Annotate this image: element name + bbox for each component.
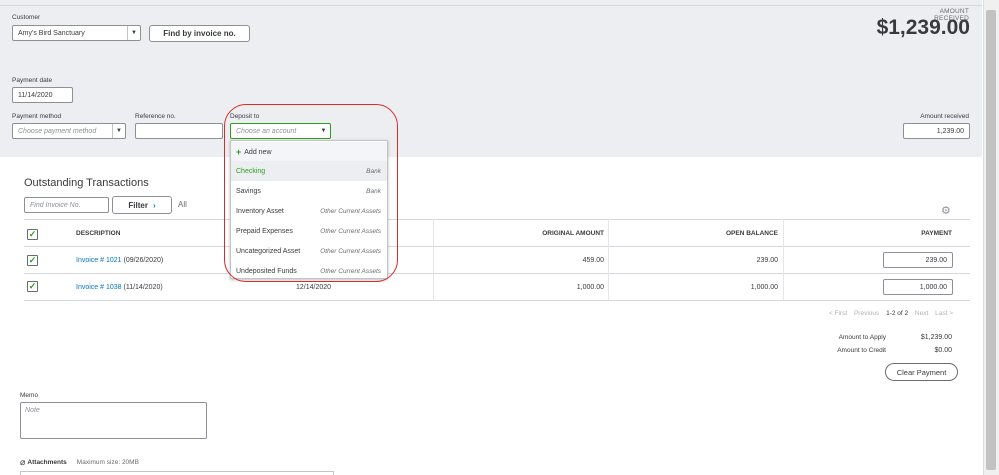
row-checkbox[interactable]: ✓ bbox=[27, 281, 38, 292]
top-toolbar-strip bbox=[0, 0, 982, 6]
filter-all-label: All bbox=[178, 200, 187, 209]
memo-label: Memo bbox=[20, 392, 39, 399]
due-date-cell: 12/14/2020 bbox=[296, 284, 332, 291]
amount-received-label: Amount received bbox=[920, 113, 969, 120]
find-invoice-placeholder: Find Invoice No. bbox=[30, 201, 81, 209]
amount-received-total: $1,239.00 bbox=[876, 16, 970, 39]
chevron-down-icon[interactable]: ▼ bbox=[112, 124, 125, 138]
attachments-row: ⌀ Attachments Maximum size: 20MB bbox=[20, 457, 139, 468]
filter-button[interactable]: Filter › bbox=[112, 196, 172, 214]
customer-value: Amy's Bird Sanctuary bbox=[18, 29, 85, 37]
original-amount-cell: 1,000.00 bbox=[576, 284, 604, 291]
amount-to-apply-value: $1,239.00 bbox=[920, 334, 952, 341]
payment-date-label: Payment date bbox=[12, 77, 53, 84]
chevron-down-icon[interactable]: ▼ bbox=[127, 26, 140, 40]
find-invoice-input[interactable]: Find Invoice No. bbox=[24, 197, 109, 213]
pager-first[interactable]: < First bbox=[829, 310, 847, 317]
table-row: Invoice # 1021 (09/26/2020) bbox=[76, 257, 163, 264]
attachment-dropzone[interactable] bbox=[20, 471, 334, 475]
pager-previous[interactable]: Previous bbox=[854, 310, 879, 317]
clear-payment-button[interactable]: Clear Payment bbox=[885, 363, 958, 381]
reference-input[interactable] bbox=[135, 123, 223, 139]
reference-label: Reference no. bbox=[135, 113, 176, 120]
payment-date-field[interactable]: 11/14/2020 bbox=[12, 87, 73, 103]
original-amount-cell: 459.00 bbox=[582, 257, 604, 264]
pager-last[interactable]: Last > bbox=[935, 310, 953, 317]
payment-method-placeholder: Choose payment method bbox=[18, 127, 97, 135]
customer-select[interactable]: Amy's Bird Sanctuary ▼ bbox=[12, 25, 141, 41]
row-checkbox[interactable]: ✓ bbox=[27, 255, 38, 266]
customer-label: Customer bbox=[12, 14, 41, 21]
table-header-rule bbox=[24, 246, 970, 247]
table-row: Invoice # 1038 (11/14/2020) bbox=[76, 284, 163, 291]
filter-label: Filter bbox=[128, 200, 148, 210]
col-payment: PAYMENT bbox=[921, 230, 952, 237]
attachments-label[interactable]: Attachments bbox=[27, 459, 66, 466]
select-all-checkbox[interactable]: ✓ bbox=[27, 229, 38, 240]
col-original-amount: ORIGINAL AMOUNT bbox=[542, 230, 604, 237]
col-open-balance: OPEN BALANCE bbox=[725, 230, 778, 237]
paperclip-icon: ⌀ bbox=[20, 457, 26, 467]
open-balance-cell: 239.00 bbox=[756, 257, 778, 264]
payment-input[interactable]: 239.00 bbox=[883, 252, 953, 268]
pager: < First Previous 1-2 of 2 Next Last > bbox=[800, 310, 953, 317]
highlight-circle bbox=[224, 104, 398, 282]
memo-textarea[interactable]: Note bbox=[20, 402, 207, 439]
amount-to-credit-value: $0.00 bbox=[934, 347, 952, 354]
table-bottom-rule bbox=[24, 300, 970, 301]
amount-to-credit-label: Amount to Credit bbox=[837, 347, 886, 354]
payment-method-label: Payment method bbox=[12, 113, 62, 120]
open-balance-cell: 1,000.00 bbox=[750, 284, 778, 291]
amount-to-apply-label: Amount to Apply bbox=[838, 334, 886, 341]
payment-input[interactable]: 1,000.00 bbox=[883, 279, 953, 295]
col-divider bbox=[433, 219, 434, 300]
invoice-date: (09/26/2020) bbox=[123, 257, 164, 264]
outstanding-title: Outstanding Transactions bbox=[24, 177, 149, 189]
col-divider bbox=[608, 219, 609, 300]
find-by-invoice-button[interactable]: Find by invoice no. bbox=[149, 25, 250, 42]
invoice-date: (11/14/2020) bbox=[123, 284, 163, 291]
col-divider bbox=[783, 219, 784, 300]
invoice-link[interactable]: Invoice # 1038 bbox=[76, 284, 122, 291]
table-top-rule bbox=[24, 219, 970, 220]
gear-icon[interactable]: ⚙ bbox=[941, 204, 951, 217]
attachments-max-size: Maximum size: 20MB bbox=[76, 459, 139, 466]
memo-placeholder: Note bbox=[25, 407, 40, 414]
invoice-link[interactable]: Invoice # 1021 bbox=[76, 257, 122, 264]
window-scrollbar-thumb[interactable] bbox=[986, 10, 996, 470]
pager-range: 1-2 of 2 bbox=[886, 310, 909, 317]
pager-next[interactable]: Next bbox=[915, 310, 928, 317]
col-description: DESCRIPTION bbox=[76, 230, 121, 237]
chevron-right-icon: › bbox=[152, 200, 156, 210]
table-row-rule bbox=[24, 273, 970, 274]
amount-received-input[interactable]: 1,239.00 bbox=[903, 123, 970, 139]
payment-method-select[interactable]: Choose payment method ▼ bbox=[12, 123, 126, 139]
